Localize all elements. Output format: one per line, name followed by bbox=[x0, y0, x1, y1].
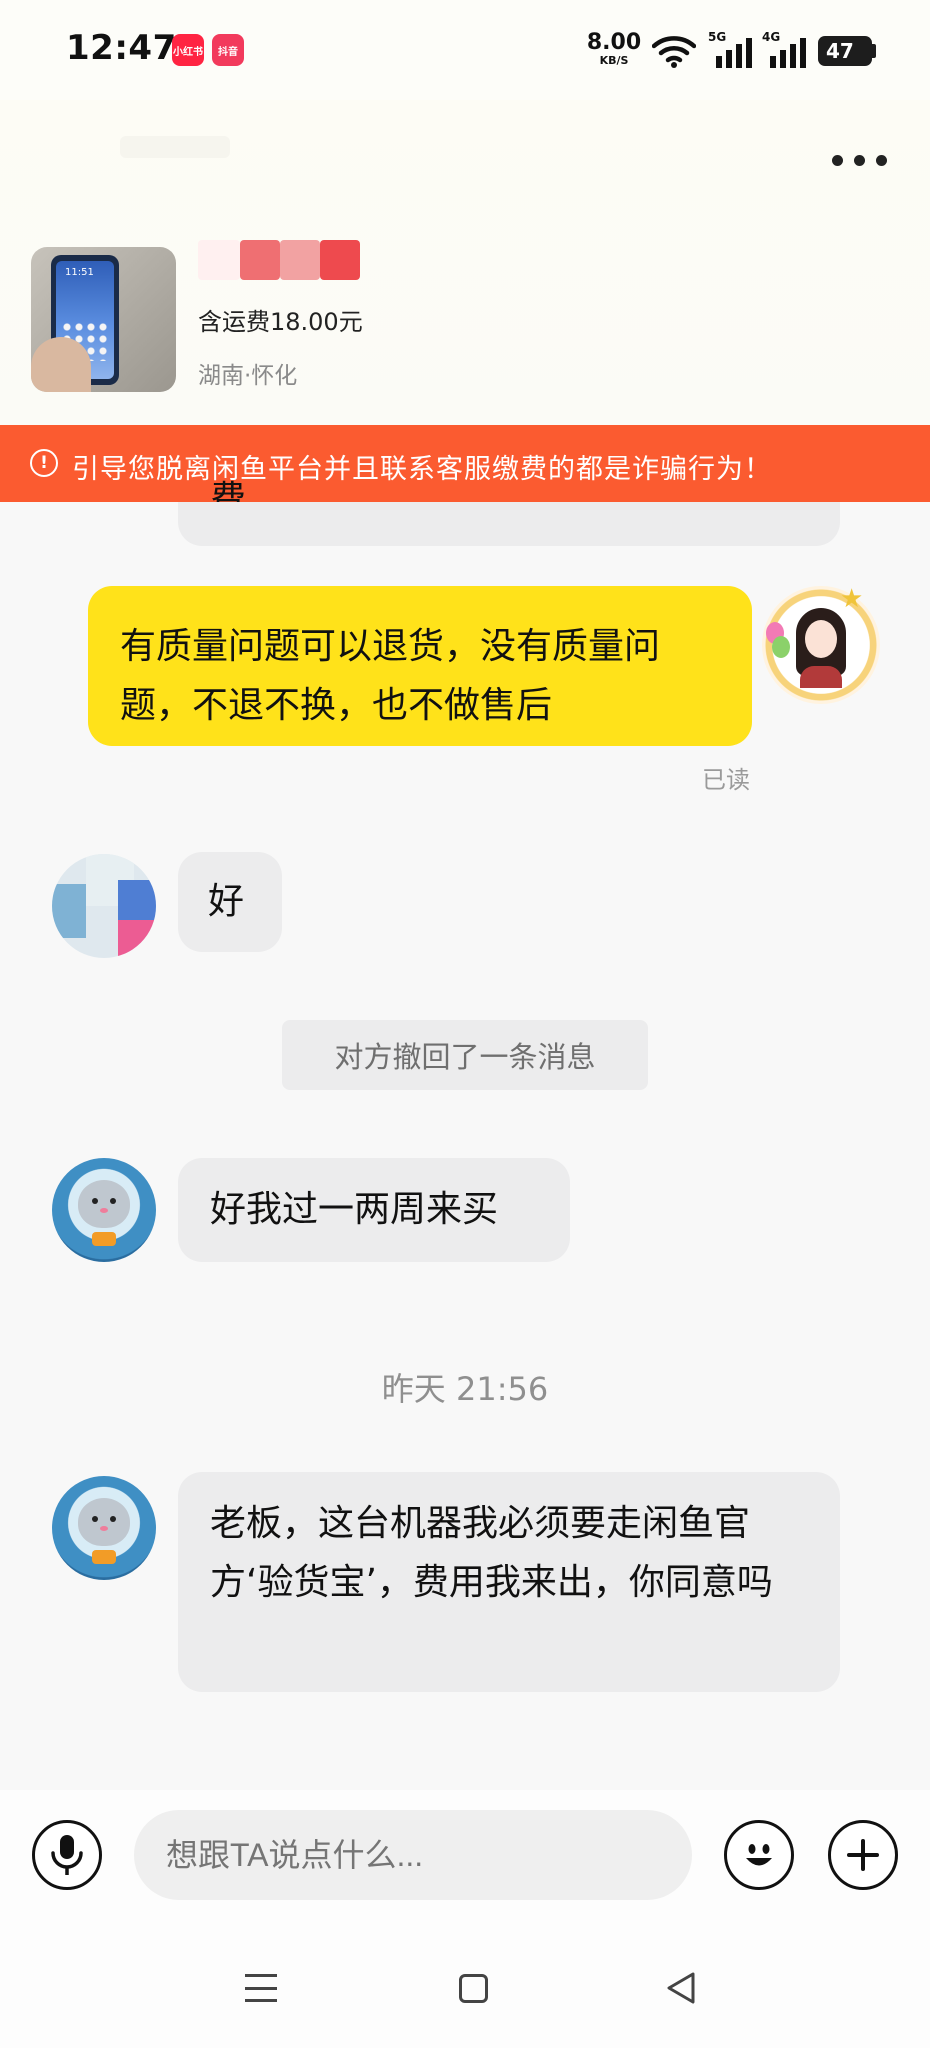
my-message-text: 有质量问题可以退货，没有质量问题，不退不换，也不做售后 bbox=[120, 626, 661, 726]
douyin-app-icon: 抖音 bbox=[212, 34, 244, 66]
product-price: 含运费18.00元 bbox=[198, 308, 363, 336]
mosaic-block bbox=[52, 884, 86, 938]
seal-tie bbox=[92, 1550, 116, 1564]
buyer-avatar[interactable] bbox=[52, 1158, 156, 1262]
status-bar: 12:47 小红书 抖音 8.00 KB/S 5G 4G 47 bbox=[0, 0, 930, 100]
buyer-avatar[interactable] bbox=[52, 854, 156, 958]
contact-name-blurred bbox=[120, 136, 230, 158]
seal-nose bbox=[100, 1208, 108, 1213]
mosaic-block bbox=[118, 880, 156, 920]
read-receipt: 已读 bbox=[702, 766, 750, 794]
network-speed-unit: KB/S bbox=[599, 54, 629, 67]
network-speed-value: 8.00 bbox=[586, 30, 642, 55]
more-dot-icon bbox=[832, 155, 843, 166]
message-input[interactable] bbox=[134, 1810, 692, 1900]
star-icon: ★ bbox=[840, 584, 864, 614]
seal-eye bbox=[92, 1516, 98, 1522]
add-button[interactable] bbox=[828, 1820, 898, 1890]
product-title-blurred bbox=[320, 240, 360, 280]
emoji-button[interactable] bbox=[724, 1820, 794, 1890]
product-title-blurred bbox=[240, 240, 280, 280]
balloon-icon bbox=[772, 636, 790, 658]
buyer-message-bubble[interactable]: 好 bbox=[178, 852, 282, 952]
seal-eye bbox=[92, 1198, 98, 1204]
wifi-icon bbox=[652, 36, 696, 68]
hand-photo bbox=[31, 337, 91, 392]
signal-1-icon bbox=[716, 38, 752, 68]
more-options-button[interactable] bbox=[830, 135, 890, 185]
buyer-message-text: 好我过一两周来买 bbox=[210, 1189, 499, 1230]
exclamation-icon: ! bbox=[30, 449, 58, 477]
message-timestamp: 昨天 21:56 bbox=[381, 1370, 549, 1408]
avatar-face bbox=[805, 620, 837, 658]
more-dot-icon bbox=[876, 155, 887, 166]
back-button[interactable] bbox=[30, 130, 70, 170]
back-triangle-icon[interactable] bbox=[664, 1970, 698, 2006]
product-thumbnail[interactable]: 11:51 bbox=[31, 247, 176, 392]
battery-tip bbox=[872, 44, 876, 58]
seal-eye bbox=[110, 1198, 116, 1204]
buyer-avatar[interactable] bbox=[52, 1476, 156, 1580]
recent-apps-icon[interactable] bbox=[245, 1974, 277, 2002]
seal-tie bbox=[92, 1232, 116, 1246]
plus-icon bbox=[847, 1839, 879, 1871]
seal-face bbox=[78, 1498, 130, 1546]
seal-face bbox=[78, 1180, 130, 1228]
seal-eye bbox=[110, 1516, 116, 1522]
buyer-message-text: 老板，这台机器我必须要走闲鱼官方‘验货宝’，费用我来出，你同意吗 bbox=[210, 1503, 773, 1603]
product-title-blurred bbox=[198, 240, 240, 280]
microphone-icon bbox=[51, 1835, 83, 1875]
avatar-body bbox=[800, 666, 842, 688]
my-avatar[interactable]: ★ bbox=[762, 584, 880, 704]
smiley-icon bbox=[746, 1844, 772, 1866]
phone-photo-time: 11:51 bbox=[65, 267, 94, 278]
buyer-message-bubble[interactable]: 老板，这台机器我必须要走闲鱼官方‘验货宝’，费用我来出，你同意吗 bbox=[178, 1472, 840, 1692]
mosaic-block bbox=[118, 920, 156, 958]
more-dot-icon bbox=[854, 155, 865, 166]
xiaohongshu-app-icon: 小红书 bbox=[172, 34, 204, 66]
buyer-message-bubble[interactable]: 好我过一两周来买 bbox=[178, 1158, 570, 1262]
message-text-partial: 费吗 bbox=[210, 479, 247, 502]
network-speed: 8.00 KB/S bbox=[586, 30, 642, 67]
home-icon[interactable] bbox=[459, 1974, 488, 2003]
voice-button[interactable] bbox=[32, 1820, 102, 1890]
battery-indicator: 47 bbox=[818, 36, 872, 66]
my-message-bubble[interactable]: 有质量问题可以退货，没有质量问题，不退不换，也不做售后 bbox=[88, 586, 752, 746]
product-location: 湖南·怀化 bbox=[198, 363, 298, 389]
product-title-blurred bbox=[280, 240, 320, 280]
message-bubble-partial bbox=[178, 502, 840, 546]
recall-notice: 对方撤回了一条消息 bbox=[282, 1020, 648, 1090]
signal-2-icon bbox=[770, 38, 806, 68]
fraud-warning-text: 引导您脱离闲鱼平台并且联系客服缴费的都是诈骗行为！ bbox=[72, 454, 772, 485]
status-time: 12:47 bbox=[66, 28, 177, 68]
seal-nose bbox=[100, 1526, 108, 1531]
buyer-message-text: 好 bbox=[208, 881, 245, 922]
